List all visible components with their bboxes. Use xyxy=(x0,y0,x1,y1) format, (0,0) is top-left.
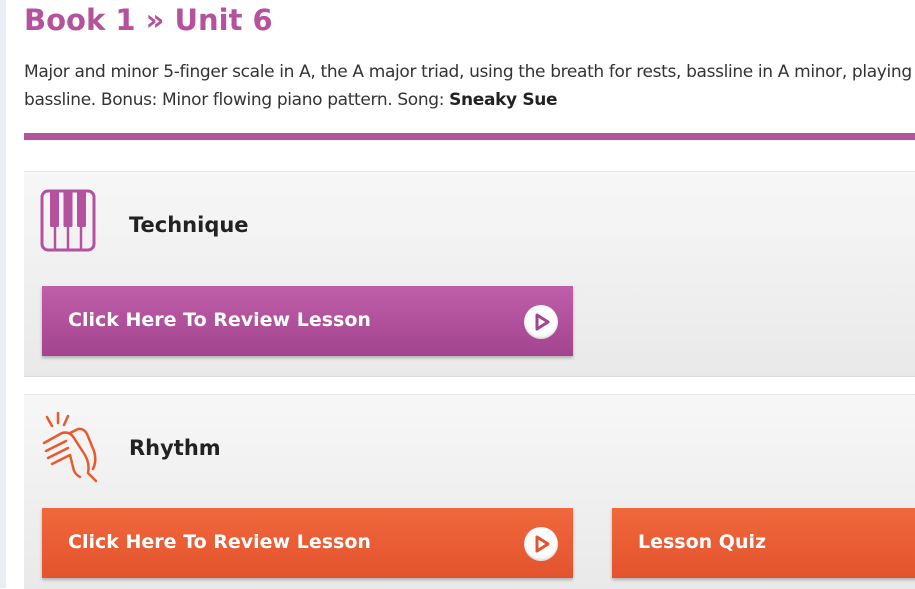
rhythm-review-lesson-button[interactable]: Click Here To Review Lesson xyxy=(42,508,573,578)
technique-section: Technique Click Here To Review Lesson xyxy=(24,171,915,377)
unit-description-line-1: Major and minor 5-finger scale in A, the… xyxy=(24,62,915,82)
clapping-hands-icon xyxy=(40,411,102,487)
unit-description: Major and minor 5-finger scale in A, the… xyxy=(24,58,915,114)
song-name: Sneaky Sue xyxy=(449,90,558,110)
technique-review-lesson-label: Click Here To Review Lesson xyxy=(68,309,371,331)
rhythm-section: Rhythm Click Here To Review Lesson Lesso… xyxy=(24,394,915,589)
rhythm-review-lesson-label: Click Here To Review Lesson xyxy=(68,531,371,553)
unit-description-text: bassline. Bonus: Minor flowing piano pat… xyxy=(24,90,450,110)
technique-review-lesson-button[interactable]: Click Here To Review Lesson xyxy=(42,286,573,356)
page-title: Book 1 » Unit 6 xyxy=(24,3,273,37)
technique-title: Technique xyxy=(129,213,249,237)
rhythm-lesson-quiz-label: Lesson Quiz xyxy=(638,531,767,553)
rhythm-lesson-quiz-button[interactable]: Lesson Quiz xyxy=(612,508,915,578)
title-divider xyxy=(24,133,915,140)
play-icon xyxy=(524,305,558,339)
play-icon xyxy=(524,527,558,561)
left-page-edge xyxy=(0,0,6,588)
rhythm-title: Rhythm xyxy=(129,436,221,460)
piano-keys-icon xyxy=(40,189,96,256)
unit-description-line-2: bassline. Bonus: Minor flowing piano pat… xyxy=(24,86,915,114)
